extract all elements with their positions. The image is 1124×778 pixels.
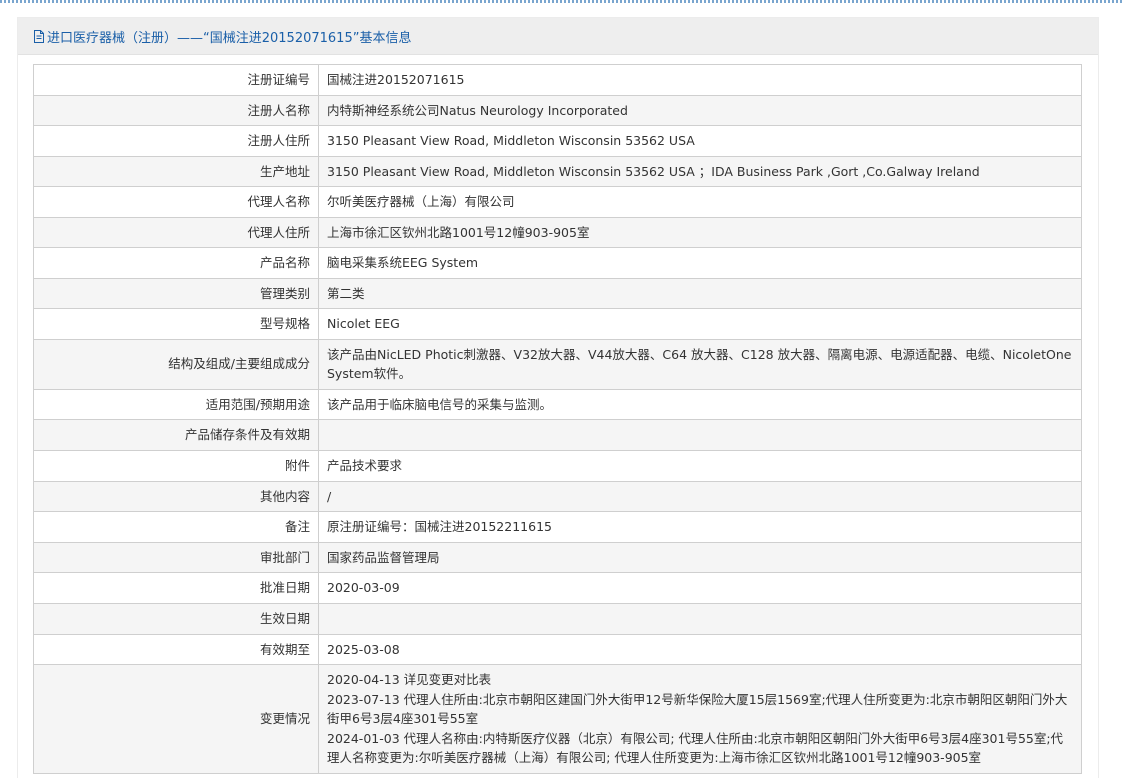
table-row: 型号规格 Nicolet EEG: [33, 308, 1082, 340]
row-label: 型号规格: [33, 308, 319, 340]
panel-header: 进口医疗器械（注册）——“国械注进20152071615”基本信息: [18, 18, 1098, 55]
row-label: 附件: [33, 450, 319, 482]
row-label: 适用范围/预期用途: [33, 388, 319, 420]
row-label: 生效日期: [33, 602, 319, 635]
row-value: 产品技术要求: [318, 450, 1082, 482]
row-label: 有效期至: [33, 633, 319, 665]
row-value: 该产品用于临床脑电信号的采集与监测。: [318, 388, 1082, 420]
table-row: 代理人住所 上海市徐汇区钦州北路1001号12幢903-905室: [33, 216, 1082, 248]
table-row: 有效期至 2025-03-08: [33, 633, 1082, 665]
row-value: 内特斯神经系统公司Natus Neurology Incorporated: [318, 94, 1082, 126]
table-row: 注册证编号 国械注进20152071615: [33, 64, 1082, 96]
table-row: 注册人名称 内特斯神经系统公司Natus Neurology Incorporat…: [33, 94, 1082, 126]
table-row: 结构及组成/主要组成成分 该产品由NicLED Photic刺激器、V32放大器、…: [33, 338, 1082, 390]
table-row: 注册人住所 3150 Pleasant View Road, Middleton …: [33, 125, 1082, 157]
row-value: 第二类: [318, 277, 1082, 309]
row-value: 脑电采集系统EEG System: [318, 247, 1082, 279]
page-title: 进口医疗器械（注册）——“国械注进20152071615”基本信息: [47, 30, 412, 46]
table-row: 其他内容 /: [33, 480, 1082, 512]
row-label: 审批部门: [33, 541, 319, 573]
table-row: 生产地址 3150 Pleasant View Road, Middleton W…: [33, 155, 1082, 187]
row-label: 代理人住所: [33, 216, 319, 248]
row-label: 管理类别: [33, 277, 319, 309]
row-value: 3150 Pleasant View Road, Middleton Wisco…: [318, 155, 1082, 187]
table-row: 生效日期: [33, 602, 1082, 635]
row-value: /: [318, 480, 1082, 512]
row-value: [318, 602, 1082, 635]
change-entry: 2020-04-13 详见变更对比表: [327, 672, 492, 687]
top-dotted-rule: [0, 0, 1124, 3]
row-value: 该产品由NicLED Photic刺激器、V32放大器、V44放大器、C64 放…: [318, 338, 1082, 390]
table-row: 批准日期 2020-03-09: [33, 572, 1082, 604]
row-value: [318, 419, 1082, 451]
table-row: 产品储存条件及有效期: [33, 419, 1082, 451]
row-value: Nicolet EEG: [318, 308, 1082, 340]
row-value: 国家药品监督管理局: [318, 541, 1082, 573]
row-label: 产品名称: [33, 247, 319, 279]
row-value: 2020-03-09: [318, 572, 1082, 604]
row-value: 原注册证编号：国械注进20152211615: [318, 511, 1082, 543]
row-label: 产品储存条件及有效期: [33, 419, 319, 451]
table-row: 管理类别 第二类: [33, 277, 1082, 309]
row-label: 生产地址: [33, 155, 319, 187]
row-label: 变更情况: [33, 664, 319, 774]
row-value: 上海市徐汇区钦州北路1001号12幢903-905室: [318, 216, 1082, 248]
table-row: 备注 原注册证编号：国械注进20152211615: [33, 511, 1082, 543]
change-entry: 2023-07-13 代理人住所由:北京市朝阳区建国门外大街甲12号新华保险大厦…: [327, 691, 1068, 727]
row-label: 注册证编号: [33, 64, 319, 96]
document-icon: [33, 29, 45, 43]
table-row: 审批部门 国家药品监督管理局: [33, 541, 1082, 573]
row-label: 备注: [33, 511, 319, 543]
row-value: 3150 Pleasant View Road, Middleton Wisco…: [318, 125, 1082, 157]
row-label: 注册人住所: [33, 125, 319, 157]
row-label: 代理人名称: [33, 186, 319, 218]
row-value: 国械注进20152071615: [318, 64, 1082, 96]
table-row: 适用范围/预期用途 该产品用于临床脑电信号的采集与监测。: [33, 388, 1082, 420]
table-row: 代理人名称 尔听美医疗器械（上海）有限公司: [33, 186, 1082, 218]
change-entry: 2024-01-03 代理人名称由:内特斯医疗仪器（北京）有限公司; 代理人住所…: [327, 730, 1064, 766]
table-row: 附件 产品技术要求: [33, 450, 1082, 482]
row-label: 注册人名称: [33, 94, 319, 126]
table-row-changes: 变更情况 2020-04-13 详见变更对比表 2023-07-13 代理人住所由:…: [33, 664, 1082, 774]
row-label: 其他内容: [33, 480, 319, 512]
row-value: 2025-03-08: [318, 633, 1082, 665]
change-history: 2020-04-13 详见变更对比表 2023-07-13 代理人住所由:北京市朝…: [318, 664, 1082, 774]
row-label: 结构及组成/主要组成成分: [33, 338, 319, 390]
table-row: 产品名称 脑电采集系统EEG System: [33, 247, 1082, 279]
registration-info-table: 注册证编号 国械注进20152071615 注册人名称 内特斯神经系统公司Natus …: [33, 64, 1082, 774]
row-label: 批准日期: [33, 572, 319, 604]
registration-info-panel: 进口医疗器械（注册）——“国械注进20152071615”基本信息 注册证编号国…: [18, 18, 1098, 778]
row-value: 尔听美医疗器械（上海）有限公司: [318, 186, 1082, 218]
